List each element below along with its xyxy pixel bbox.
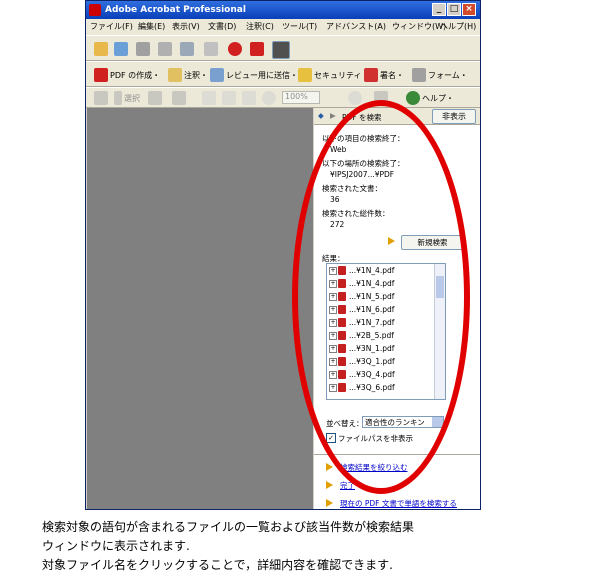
lock-icon [298, 68, 312, 82]
zoom-level-field[interactable]: 100% [282, 91, 320, 104]
search-current-pdf-link[interactable]: 現在の PDF 文書で単語を検索する [340, 498, 457, 509]
menu-bar: ファイル(F) 編集(E) 表示(V) 文書(D) 注釈(C) ツール(T) ア… [86, 19, 480, 35]
caption-line-2: ウィンドウに表示されます. [42, 539, 190, 553]
menu-window[interactable]: ウィンドウ(W) [392, 19, 446, 35]
open-icon[interactable] [94, 42, 108, 56]
menu-help[interactable]: ヘルプ(H) [440, 19, 476, 35]
document-pane [87, 108, 313, 509]
window-title: Adobe Acrobat Professional [105, 5, 246, 15]
help-icon [406, 91, 420, 105]
menu-document[interactable]: 文書(D) [208, 19, 236, 35]
print-icon[interactable] [158, 42, 172, 56]
search-current-arrow-icon [326, 499, 333, 507]
zoom-out-icon[interactable] [262, 91, 276, 105]
create-pdf-icon[interactable] [250, 42, 264, 56]
binoculars-search-icon[interactable] [272, 41, 290, 59]
forward-arrow-icon[interactable]: ▶ [330, 111, 336, 120]
comment-button[interactable]: 注釈・ [184, 70, 208, 81]
menu-advanced[interactable]: アドバンスト(A) [326, 19, 386, 35]
done-arrow-icon [326, 481, 333, 489]
forms-button[interactable]: フォーム・ [428, 70, 468, 81]
create-pdf-button[interactable]: PDF の作成・ [110, 70, 160, 81]
title-bar: Adobe Acrobat Professional _ □ × [86, 1, 480, 19]
toolbar-tasks: PDF の作成・ 注釈・ レビュー用に送信・ セキュリティ・ 署名・ フォーム・ [86, 61, 480, 87]
back-arrow-icon[interactable]: ◆ [318, 111, 324, 120]
hand-tool-icon[interactable] [94, 91, 108, 105]
refine-arrow-icon [326, 463, 333, 471]
menu-edit[interactable]: 編集(E) [138, 19, 165, 35]
toolbar-navigation: 選択 100% ヘルプ・ [86, 87, 480, 108]
acrobat-logo-icon [89, 4, 101, 16]
menu-file[interactable]: ファイル(F) [90, 19, 133, 35]
toolbar-file [86, 35, 480, 61]
review-icon [210, 68, 224, 82]
maximize-button[interactable]: □ [447, 3, 461, 16]
minimize-button[interactable]: _ [432, 3, 446, 16]
caption-line-1: 検索対象の語句が含まれるファイルの一覧および該当件数が検索結果 [42, 520, 415, 534]
organizer-icon[interactable] [114, 42, 128, 56]
pdf-create-icon [94, 68, 108, 82]
page-icon[interactable] [202, 91, 216, 105]
comment-icon [168, 68, 182, 82]
security-button[interactable]: セキュリティ・ [314, 70, 370, 81]
email-icon[interactable] [180, 42, 194, 56]
zoom-icon[interactable] [172, 91, 186, 105]
attach-icon[interactable] [204, 42, 218, 56]
forms-icon [412, 68, 426, 82]
close-button[interactable]: × [462, 3, 476, 16]
save-icon[interactable] [136, 42, 150, 56]
help-button[interactable]: ヘルプ・ [422, 93, 454, 104]
zoom-in-icon[interactable] [348, 91, 362, 105]
send-review-button[interactable]: レビュー用に送信・ [226, 70, 298, 81]
sign-button[interactable]: 署名・ [380, 70, 404, 81]
hide-button[interactable]: 非表示 [432, 109, 476, 124]
caption-line-3: 対象ファイル名をクリックすることで，詳細内容を確認できます. [42, 558, 393, 572]
menu-comments[interactable]: 注釈(C) [246, 19, 274, 35]
snapshot-icon[interactable] [148, 91, 162, 105]
select-tool-icon[interactable] [114, 91, 122, 105]
menu-view[interactable]: 表示(V) [172, 19, 200, 35]
pen-sign-icon [364, 68, 378, 82]
fit-width-icon[interactable] [242, 91, 256, 105]
highlight-oval [292, 100, 470, 494]
menu-tools[interactable]: ツール(T) [282, 19, 317, 35]
stamp-icon[interactable] [228, 42, 242, 56]
fit-page-icon[interactable] [222, 91, 236, 105]
select-tool-label[interactable]: 選択 [124, 93, 140, 104]
